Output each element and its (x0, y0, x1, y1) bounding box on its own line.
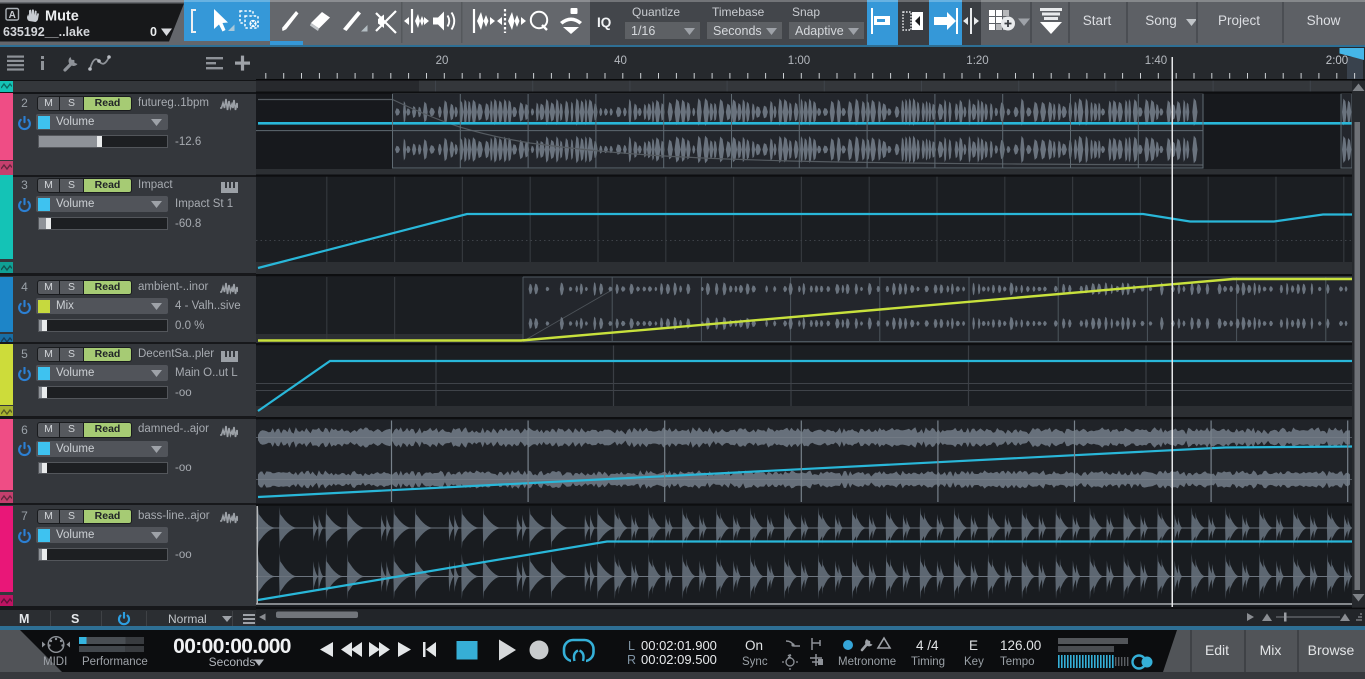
svg-text:1:20: 1:20 (966, 55, 988, 67)
svg-text:00:02:01.900: 00:02:01.900 (641, 638, 717, 653)
svg-text:Metronome: Metronome (838, 656, 896, 668)
svg-text:00:02:09.500: 00:02:09.500 (641, 652, 717, 667)
svg-text:Performance: Performance (82, 656, 148, 668)
svg-text:4 /4: 4 /4 (916, 638, 939, 653)
svg-text:IQ: IQ (597, 15, 611, 30)
svg-text:1:40: 1:40 (1145, 55, 1167, 67)
svg-text:E: E (969, 638, 978, 653)
svg-text:1:00: 1:00 (788, 55, 810, 67)
svg-text:On: On (745, 638, 763, 653)
svg-text:20: 20 (436, 55, 449, 67)
svg-text:R: R (627, 653, 636, 667)
svg-text:L: L (628, 639, 635, 653)
svg-text:Key: Key (964, 656, 984, 668)
svg-text:Sync: Sync (742, 656, 768, 668)
svg-text:MIDI: MIDI (43, 656, 67, 668)
svg-text:Tempo: Tempo (1000, 656, 1035, 668)
svg-text:126.00: 126.00 (1000, 638, 1041, 653)
svg-text:Timing: Timing (911, 656, 945, 668)
svg-text:2:00: 2:00 (1326, 55, 1348, 67)
svg-text:40: 40 (614, 55, 627, 67)
svg-text:Seconds: Seconds (209, 655, 256, 669)
